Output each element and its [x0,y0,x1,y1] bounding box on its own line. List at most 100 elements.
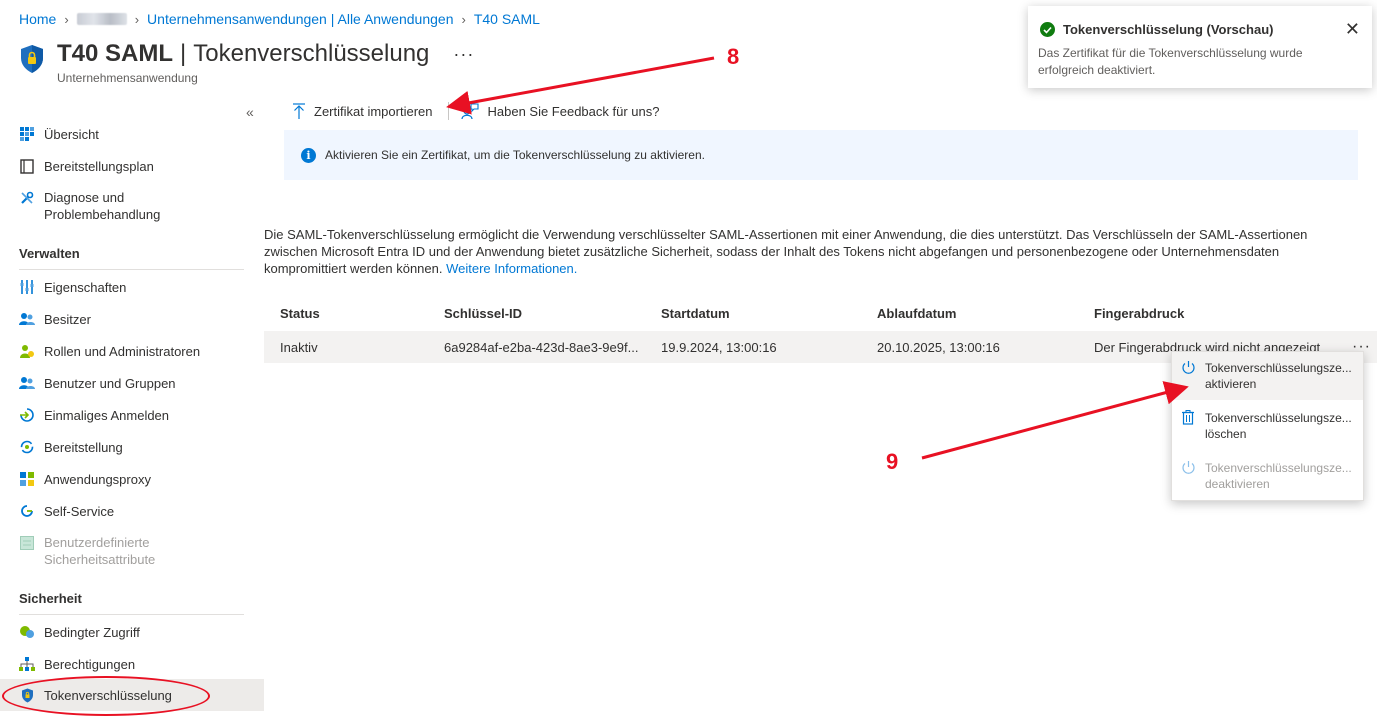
provisioning-icon [19,439,35,455]
column-header-thumbprint[interactable]: Fingerabdruck [1094,306,1184,321]
page-header: T40 SAML | Tokenverschlüsselung ··· Unte… [19,40,474,85]
feedback-button[interactable]: Haben Sie Feedback für uns? [461,102,660,120]
command-bar: Zertifikat importieren Haben Sie Feedbac… [292,102,659,120]
column-header-expiry-date[interactable]: Ablaufdatum [877,306,956,321]
info-icon: i [301,147,316,163]
sidebar-item-label: Rollen und Administratoren [44,343,201,359]
power-icon [1181,360,1197,376]
sidebar-item-overview[interactable]: Übersicht [0,126,264,142]
cell-key-id: 6a9284af-e2ba-423d-8ae3-9e9f... [444,340,639,355]
sidebar-item-label: Bedingter Zugriff [44,624,140,640]
section-divider [19,614,244,615]
breadcrumb-apps[interactable]: Unternehmensanwendungen | Alle Anwendung… [147,11,453,27]
chevron-right-icon: › [134,11,140,27]
toast-message: Das Zertifikat für die Tokenverschlüssel… [1038,46,1303,77]
book-icon [19,158,35,174]
proxy-icon [19,471,35,487]
info-text: Aktivieren Sie ein Zertifikat, um die To… [325,148,705,162]
description: Die SAML-Tokenverschlüsselung ermöglicht… [264,226,1364,277]
sidebar-item-owners[interactable]: Besitzer [0,311,264,327]
attributes-icon [19,535,35,551]
menu-item-line2: aktivieren [1205,377,1257,391]
page-subtitle: Unternehmensanwendung [57,71,198,85]
self-service-icon [19,503,35,519]
breadcrumb-current[interactable]: T40 SAML [474,11,540,27]
sidebar-item-users-groups[interactable]: Benutzer und Gruppen [0,375,264,391]
section-divider [19,269,244,270]
sidebar-item-diagnose[interactable]: Diagnose und Problembehandlung [0,189,264,223]
sidebar-item-label-line2: Problembehandlung [44,207,161,222]
chevron-right-icon: › [461,11,466,27]
chevron-right-icon: › [64,11,69,27]
sso-icon [19,407,35,423]
trash-icon [1181,410,1197,426]
sidebar-item-label: Besitzer [44,311,91,327]
redacted-tenant[interactable] [76,13,127,25]
toast-title: Tokenverschlüsselung (Vorschau) [1063,22,1274,37]
roles-icon [19,343,35,359]
sidebar-item-label: Eigenschaften [44,279,127,295]
sidebar-item-roles[interactable]: Rollen und Administratoren [0,343,264,359]
annotation-step-8: 8 [727,44,740,69]
menu-item-deactivate-certificate: Tokenverschlüsselungsze... deaktivieren [1172,452,1363,500]
power-icon [1181,460,1197,476]
info-banner: i Aktivieren Sie ein Zertifikat, um die … [284,130,1358,180]
column-header-start-date[interactable]: Startdatum [661,306,730,321]
upload-icon [292,102,306,120]
sidebar-item-conditional-access[interactable]: Bedingter Zugriff [0,624,264,640]
owners-icon [19,311,35,327]
wrench-icon [19,190,35,206]
sidebar-item-properties[interactable]: Eigenschaften [0,279,264,295]
description-text: Die SAML-Tokenverschlüsselung ermöglicht… [264,227,1308,276]
feedback-icon [461,102,480,120]
more-options-button[interactable]: ··· [453,44,474,65]
menu-item-line1: Tokenverschlüsselungsze... [1205,411,1352,425]
sidebar-item-label-line1: Diagnose und [44,190,125,205]
column-header-status[interactable]: Status [280,306,320,321]
sidebar-item-self-service[interactable]: Self-Service [0,503,264,519]
properties-icon [19,279,35,295]
toolbar-divider [448,102,450,120]
menu-item-activate-certificate[interactable]: Tokenverschlüsselungsze... aktivieren [1172,352,1363,400]
import-certificate-button[interactable]: Zertifikat importieren [292,102,433,120]
sidebar-item-label: Übersicht [44,126,99,142]
import-certificate-label: Zertifikat importieren [314,103,433,119]
column-header-key-id[interactable]: Schlüssel-ID [444,306,522,321]
sidebar-item-permissions[interactable]: Berechtigungen [0,656,264,672]
sidebar-item-label: Bereitstellung [44,439,123,455]
annotation-arrow-8 [446,56,715,115]
collapse-sidebar-button[interactable]: « [246,104,254,120]
menu-item-delete-certificate[interactable]: Tokenverschlüsselungsze... löschen [1172,402,1363,450]
menu-item-line1: Tokenverschlüsselungsze... [1205,461,1352,475]
learn-more-link[interactable]: Weitere Informationen. [446,261,577,276]
sidebar-item-sso[interactable]: Einmaliges Anmelden [0,407,264,423]
sidebar-item-label-line1: Benutzerdefinierte [44,535,150,550]
feedback-label: Haben Sie Feedback für uns? [487,103,660,119]
sidebar-item-label: Bereitstellungsplan [44,158,154,174]
menu-item-line1: Tokenverschlüsselungsze... [1205,361,1352,375]
shield-icon [21,45,43,73]
sidebar-item-label: Einmaliges Anmelden [44,407,170,423]
app-name: T40 SAML [57,40,174,67]
section-title-security: Sicherheit [19,591,82,606]
page-name: Tokenverschlüsselung [193,40,430,67]
conditional-access-icon [19,624,35,640]
permissions-icon [19,656,35,672]
section-title-manage: Verwalten [19,246,80,261]
page-title: T40 SAML | Tokenverschlüsselung ··· [57,40,474,68]
close-icon[interactable]: ✕ [1345,20,1360,38]
overview-icon [19,126,35,142]
sidebar-item-deployment-plan[interactable]: Bereitstellungsplan [0,158,264,174]
context-menu: Tokenverschlüsselungsze... aktivieren To… [1171,351,1364,501]
notification-toast: Tokenverschlüsselung (Vorschau) Das Zert… [1028,6,1372,88]
users-icon [19,375,35,391]
cell-expiry-date: 20.10.2025, 13:00:16 [877,340,1000,355]
sidebar-item-provisioning[interactable]: Bereitstellung [0,439,264,455]
breadcrumb-home[interactable]: Home [19,11,56,27]
sidebar-item-label: Anwendungsproxy [44,471,151,487]
sidebar-item-app-proxy[interactable]: Anwendungsproxy [0,471,264,487]
annotation-arrow-9 [921,381,1189,460]
cell-start-date: 19.9.2024, 13:00:16 [661,340,777,355]
sidebar-item-label: Berechtigungen [44,656,136,672]
annotation-ellipse [2,676,210,716]
